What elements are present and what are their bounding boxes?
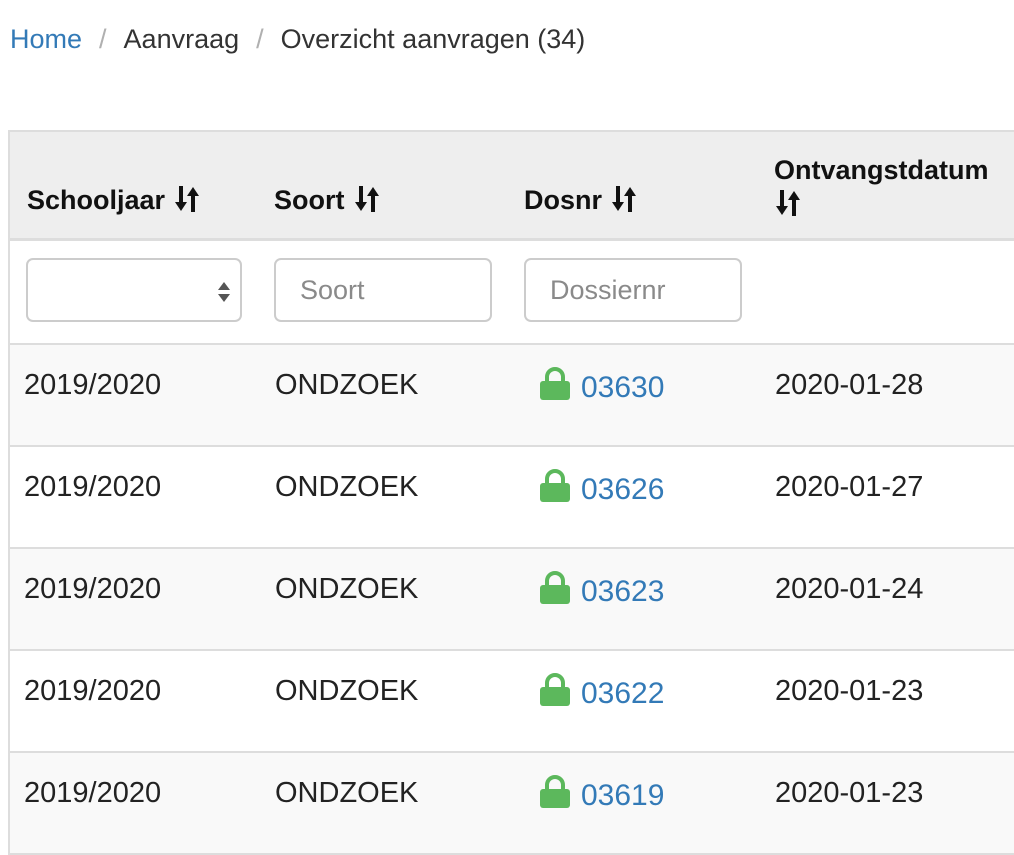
table-row: 2019/2020 ONDZOEK 03622 2020-01-23 xyxy=(10,651,1014,753)
dossiernr-filter-input[interactable] xyxy=(524,258,742,322)
cell-soort: ONDZOEK xyxy=(275,777,419,809)
cell-ontvangstdatum: 2020-01-24 xyxy=(775,573,924,605)
column-header-ontvangstdatum[interactable]: Ontvangstdatum xyxy=(774,154,989,218)
lock-icon xyxy=(540,673,570,706)
dossier-link[interactable]: 03626 xyxy=(581,472,664,508)
breadcrumb-current: Overzicht aanvragen (34) xyxy=(280,24,586,54)
cell-schooljaar: 2019/2020 xyxy=(24,369,162,401)
dossier-link[interactable]: 03623 xyxy=(581,574,664,610)
breadcrumb: Home / Aanvraag / Overzicht aanvragen (34) xyxy=(10,22,585,56)
breadcrumb-separator: / xyxy=(256,24,264,54)
cell-soort: ONDZOEK xyxy=(275,369,419,401)
cell-schooljaar: 2019/2020 xyxy=(24,573,162,605)
lock-icon xyxy=(540,571,570,604)
table-row: 2019/2020 ONDZOEK 03623 2020-01-24 xyxy=(10,549,1014,651)
sort-icon xyxy=(776,190,800,216)
table-filter-row xyxy=(10,241,1014,345)
cell-schooljaar: 2019/2020 xyxy=(24,777,162,809)
column-header-schooljaar[interactable]: Schooljaar xyxy=(27,184,201,216)
table-header-row: Schooljaar Soort Dosnr Ontvangstdatum xyxy=(10,132,1014,241)
table-row: 2019/2020 ONDZOEK 03619 2020-01-23 xyxy=(10,753,1014,855)
schooljaar-filter-select[interactable] xyxy=(26,258,242,322)
select-arrows-icon xyxy=(218,282,230,302)
cell-ontvangstdatum: 2020-01-23 xyxy=(775,777,924,809)
cell-ontvangstdatum: 2020-01-27 xyxy=(775,471,924,503)
column-header-soort[interactable]: Soort xyxy=(274,184,381,216)
column-header-label: Ontvangstdatum xyxy=(774,155,989,185)
column-header-dosnr[interactable]: Dosnr xyxy=(524,184,638,216)
breadcrumb-aanvraag: Aanvraag xyxy=(123,24,240,54)
lock-icon xyxy=(540,469,570,502)
table-row: 2019/2020 ONDZOEK 03626 2020-01-27 xyxy=(10,447,1014,549)
breadcrumb-separator: / xyxy=(99,24,107,54)
cell-soort: ONDZOEK xyxy=(275,471,419,503)
lock-icon xyxy=(540,367,570,400)
dossier-link[interactable]: 03619 xyxy=(581,778,664,814)
dossier-link[interactable]: 03630 xyxy=(581,370,664,406)
column-header-label: Dosnr xyxy=(524,185,603,215)
column-header-label: Schooljaar xyxy=(27,185,166,215)
cell-ontvangstdatum: 2020-01-23 xyxy=(775,675,924,707)
cell-ontvangstdatum: 2020-01-28 xyxy=(775,369,924,401)
dossier-link[interactable]: 03622 xyxy=(581,676,664,712)
soort-filter-input[interactable] xyxy=(274,258,492,322)
sort-icon xyxy=(354,186,379,212)
cell-schooljaar: 2019/2020 xyxy=(24,471,162,503)
cell-soort: ONDZOEK xyxy=(275,573,419,605)
sort-icon xyxy=(612,186,637,212)
table-row: 2019/2020 ONDZOEK 03630 2020-01-28 xyxy=(10,345,1014,447)
requests-table: Schooljaar Soort Dosnr Ontvangstdatum 20… xyxy=(8,130,1014,855)
sort-icon xyxy=(175,186,200,212)
breadcrumb-home-link[interactable]: Home xyxy=(10,24,82,54)
column-header-label: Soort xyxy=(274,185,345,215)
lock-icon xyxy=(540,775,570,808)
cell-schooljaar: 2019/2020 xyxy=(24,675,162,707)
cell-soort: ONDZOEK xyxy=(275,675,419,707)
